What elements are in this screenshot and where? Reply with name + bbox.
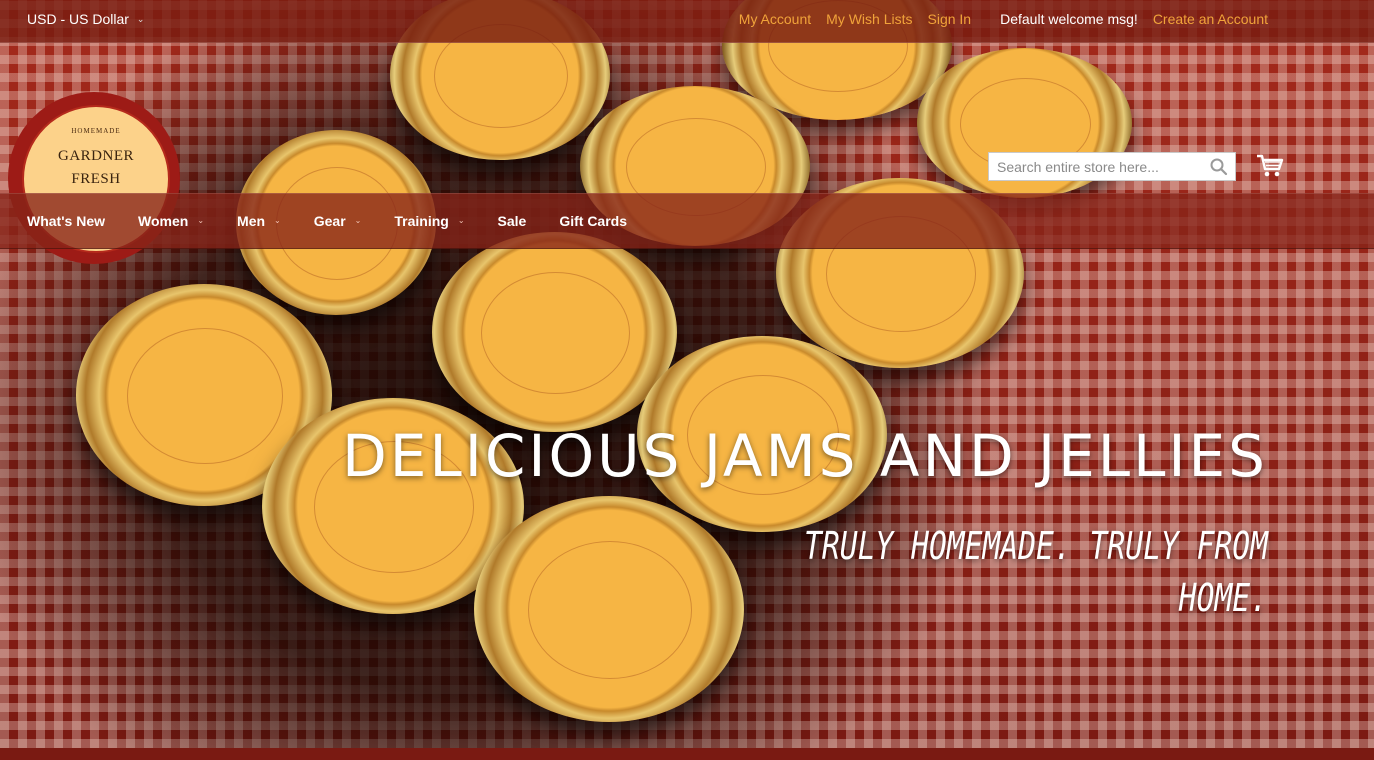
nav-item-whats-new[interactable]: What's New [27, 194, 105, 248]
logo-tagline: HOMEMADE [71, 127, 121, 135]
search-input[interactable] [989, 153, 1215, 180]
chevron-down-icon: ⌄ [136, 13, 145, 24]
nav-item-label: Sale [497, 213, 527, 229]
nav-item-gift-cards[interactable]: Gift Cards [559, 194, 627, 248]
logo-line-1: GARDNER [57, 148, 134, 164]
chevron-down-icon: ⌄ [457, 216, 465, 225]
search-box [988, 152, 1236, 181]
main-navigation: What's New Women ⌄ Men ⌄ Gear ⌄ Training ⌄ S… [0, 193, 1374, 249]
nav-item-label: What's New [27, 213, 106, 229]
bottom-strip [0, 748, 1374, 760]
currency-switcher[interactable]: USD - US Dollar ⌄ [27, 11, 144, 27]
my-wish-lists-link[interactable]: My Wish Lists [826, 11, 912, 27]
my-account-link[interactable]: My Account [739, 11, 811, 27]
hero-banner [0, 0, 1374, 748]
nav-item-label: Gift Cards [559, 213, 628, 229]
hero-subheadline: TRULY HOMEMADE. TRULY FROM HOME. [804, 524, 1268, 620]
logo-name: GARDNER FRESH [24, 145, 168, 191]
currency-label: USD - US Dollar [27, 11, 129, 27]
top-bar: USD - US Dollar ⌄ My Account My Wish Lis… [0, 0, 1374, 43]
logo-line-2: FRESH [71, 171, 121, 187]
nav-item-label: Men [237, 213, 266, 229]
shopping-cart-icon[interactable] [1256, 152, 1284, 180]
nav-item-sale[interactable]: Sale [498, 194, 527, 248]
sign-in-link[interactable]: Sign In [928, 11, 972, 27]
nav-item-training[interactable]: Training ⌄ [394, 194, 464, 248]
nav-item-label: Gear [313, 213, 346, 229]
nav-item-gear[interactable]: Gear ⌄ [314, 194, 362, 248]
jar-lid-image [432, 232, 677, 432]
nav-item-women[interactable]: Women ⌄ [138, 194, 204, 248]
create-account-link[interactable]: Create an Account [1153, 11, 1268, 27]
hero-headline: DELICIOUS JAMS AND JELLIES [342, 422, 1268, 490]
header-links: My Account My Wish Lists Sign In Default… [739, 11, 1268, 27]
nav-item-label: Training [394, 213, 449, 229]
nav-item-men[interactable]: Men ⌄ [237, 194, 281, 248]
chevron-down-icon: ⌄ [197, 216, 205, 225]
welcome-message: Default welcome msg! [1000, 11, 1138, 27]
chevron-down-icon: ⌄ [354, 216, 362, 225]
jar-lid-image [474, 496, 744, 722]
chevron-down-icon: ⌄ [274, 216, 281, 225]
search-icon[interactable] [1209, 157, 1229, 177]
nav-item-label: Women [138, 213, 189, 229]
